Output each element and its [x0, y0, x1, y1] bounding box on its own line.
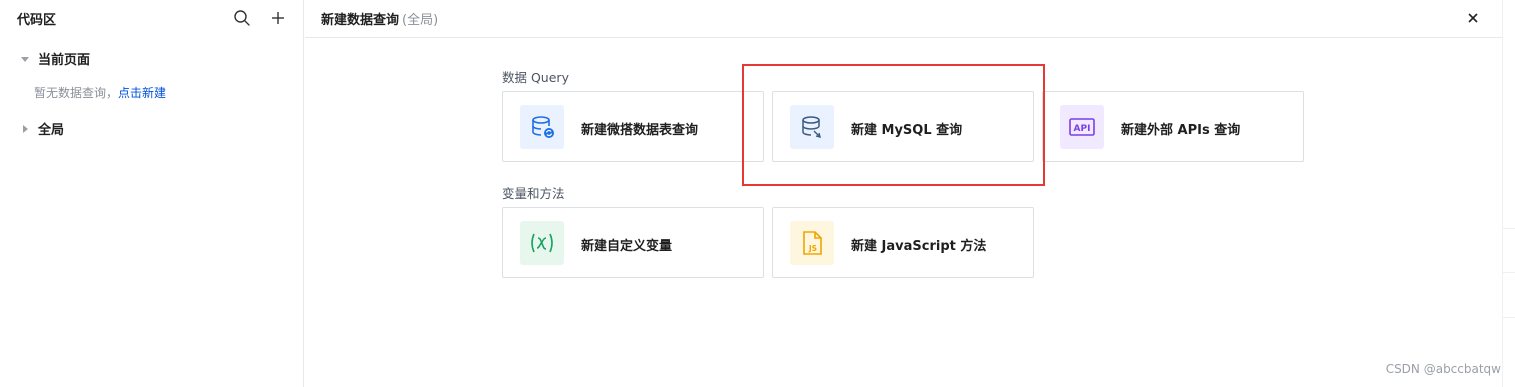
database-sync-icon: [520, 105, 564, 149]
edge-divider: [1502, 228, 1515, 229]
card-new-weda-table-query[interactable]: 新建微搭数据表查询: [502, 91, 764, 162]
section-label-data-query: 数据 Query: [502, 70, 569, 85]
card-new-external-api-query[interactable]: API 新建外部 APIs 查询: [1042, 91, 1304, 162]
card-new-javascript-method[interactable]: JS 新建 JavaScript 方法: [772, 207, 1034, 278]
javascript-file-icon: JS: [790, 221, 834, 265]
panel-title: 新建数据查询 (全局): [321, 9, 438, 28]
empty-state-text: 暂无数据查询，: [34, 86, 119, 100]
svg-text:JS: JS: [808, 244, 817, 253]
card-new-custom-variable[interactable]: 新建自定义变量: [502, 207, 764, 278]
new-query-panel: 新建数据查询 (全局): [305, 0, 1502, 387]
card-new-mysql-query[interactable]: 新建 MySQL 查询: [772, 91, 1034, 162]
watermark: CSDN @abccbatqw: [1385, 362, 1501, 376]
sidebar-title: 代码区: [17, 13, 57, 28]
variable-x-icon: [520, 221, 564, 265]
panel-title-text: 新建数据查询: [321, 13, 400, 28]
search-icon[interactable]: [233, 9, 251, 27]
card-label: 新建 MySQL 查询: [851, 123, 963, 138]
card-label: 新建自定义变量: [581, 239, 673, 254]
sidebar-header: 代码区: [0, 0, 304, 36]
panel-scope: (全局): [402, 13, 439, 28]
tree-item-global[interactable]: 全局: [0, 116, 304, 138]
right-edge-panel: [1502, 0, 1515, 387]
card-label: 新建外部 APIs 查询: [1121, 123, 1241, 138]
edge-divider: [1502, 272, 1515, 273]
add-icon[interactable]: [269, 9, 287, 27]
api-icon: API: [1060, 105, 1104, 149]
create-new-link[interactable]: 点击新建: [118, 86, 166, 100]
database-mysql-icon: [790, 105, 834, 149]
svg-text:API: API: [1074, 124, 1091, 134]
edge-divider: [1502, 317, 1515, 318]
code-sidebar: 代码区 当前页面 暂无数据查询，点击新建 全局: [0, 0, 304, 387]
tree-item-current-page[interactable]: 当前页面: [0, 46, 304, 68]
panel-header: 新建数据查询 (全局): [305, 0, 1502, 38]
tree-item-label: 全局: [38, 123, 65, 138]
tree-item-label: 当前页面: [38, 53, 91, 68]
close-icon[interactable]: [1466, 11, 1480, 25]
caret-down-icon[interactable]: [21, 52, 29, 62]
section-label-variables-methods: 变量和方法: [502, 186, 565, 201]
card-label: 新建微搭数据表查询: [581, 123, 699, 138]
caret-right-icon[interactable]: [21, 122, 29, 133]
empty-state: 暂无数据查询，点击新建: [34, 84, 166, 101]
card-label: 新建 JavaScript 方法: [851, 239, 987, 254]
